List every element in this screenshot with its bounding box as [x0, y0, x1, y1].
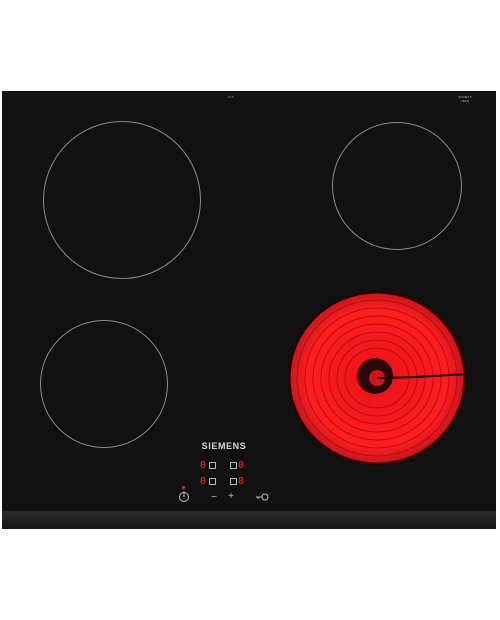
cooking-zone-front-left [40, 320, 168, 448]
minus-button[interactable]: − [207, 493, 221, 503]
zone-indicator-front-right [230, 478, 237, 485]
power-button[interactable] [177, 491, 191, 506]
power-indicator-dot [182, 486, 185, 489]
cooking-zone-rear-right [332, 122, 462, 250]
zone-indicator-rear-right [230, 462, 237, 469]
cooking-zone-front-right-active [285, 288, 469, 468]
heating-coil-glow [287, 290, 468, 466]
serial-label: ET6... [228, 95, 237, 99]
zone-level-rear-right: 8 [238, 476, 245, 487]
badge-subtext: ... [463, 115, 467, 119]
key-lock-button[interactable] [255, 492, 269, 505]
cooktop-frame [2, 511, 496, 529]
brand-logo: SIEMENS [201, 441, 247, 451]
key-lock-icon [256, 493, 269, 501]
zone-indicator-front-left [209, 478, 216, 485]
zone-level-front-right: 0 [238, 460, 245, 471]
zone-level-front-left: 0 [200, 476, 207, 487]
plus-button[interactable]: + [224, 492, 238, 502]
power-icon [179, 491, 189, 502]
zone-level-rear-left: 0 [200, 460, 207, 471]
zone-indicator-rear-left [209, 462, 216, 469]
cooktop: ET6... SOVIET 5 YEAR ... SIEMENS 0 0 0 8… [2, 91, 496, 529]
cooking-zone-rear-left [43, 121, 201, 279]
warranty-badge: SOVIET 5 YEAR [458, 95, 472, 103]
